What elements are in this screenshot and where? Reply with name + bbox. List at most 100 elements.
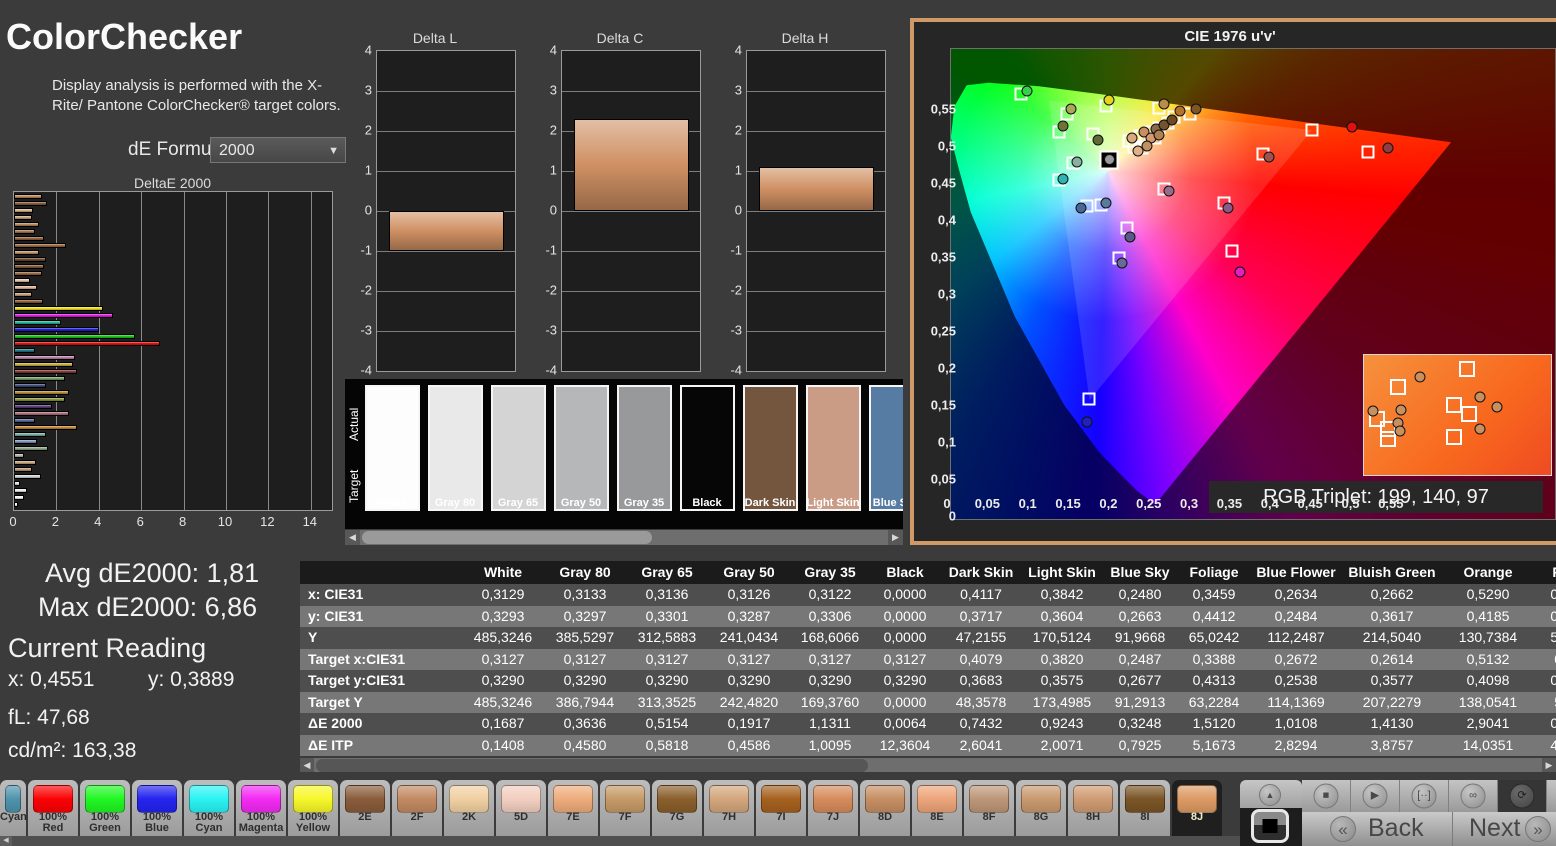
column-header <box>300 561 462 584</box>
deltae-bar <box>14 474 41 479</box>
cie-y-tick: 0,1 <box>937 434 956 450</box>
table-cell: 0,88 <box>1550 715 1556 731</box>
patch-color-chip <box>85 785 125 813</box>
patch-tile-100Magenta[interactable]: 100% Magenta <box>236 780 286 836</box>
patch-tile-100Yellow[interactable]: 100% Yellow <box>288 780 338 836</box>
pattern-up-cell: ▲ <box>1240 780 1302 808</box>
pattern-up-button[interactable]: ▲ <box>1259 784 1281 806</box>
continuous-button[interactable]: ∞ <box>1449 780 1498 812</box>
patch-tile-7F[interactable]: 7F <box>600 780 650 836</box>
column-header: Blue Flower <box>1256 564 1336 580</box>
pattern-window-cell <box>1240 808 1302 846</box>
table-row: x: CIE31 0,3129 0,3133 0,3136 0,3126 0,3122 0,… <box>300 584 1556 606</box>
patch-tile-7G[interactable]: 7G <box>652 780 702 836</box>
table-cell: 47,2155 <box>955 629 1007 645</box>
patch-tile-2F[interactable]: 2F <box>392 780 442 836</box>
patch-tile-7J[interactable]: 7J <box>808 780 858 836</box>
x-tick-label: 10 <box>217 514 233 529</box>
scroll-left-icon[interactable]: ◀ <box>0 836 12 846</box>
patch-tile-2E[interactable]: 2E <box>340 780 390 836</box>
table-cell: 56, <box>1534 692 1556 714</box>
table-cell: 242,4820 <box>719 693 779 710</box>
row-label: Y <box>308 629 318 645</box>
stop-button[interactable]: ■ <box>1302 780 1351 812</box>
patch-tile-7H[interactable]: 7H <box>704 780 754 836</box>
delta-chart-title: Delta C <box>596 30 644 46</box>
cie-y-tick: 0,45 <box>930 175 956 191</box>
cie-x-tick: 0,25 <box>1136 496 1162 511</box>
table-cell: 0,4117 <box>960 586 1002 602</box>
patch-tile-5D[interactable]: 5D <box>496 780 546 836</box>
patch-tile-8J[interactable]: 8J <box>1172 780 1222 836</box>
patch-tile-7I[interactable]: 7I <box>756 780 806 836</box>
patch-tile-100Green[interactable]: 100% Green <box>80 780 130 836</box>
y-tick-label: -1 <box>545 242 557 258</box>
y-tick-label: 2 <box>734 122 742 138</box>
patch-tile-8G[interactable]: 8G <box>1016 780 1066 836</box>
deltae-bar <box>14 306 104 311</box>
y-tick-label: -2 <box>360 282 372 298</box>
pattern-window-button[interactable] <box>1251 809 1289 843</box>
table-cell: 0,3290 <box>808 672 852 688</box>
extra-button[interactable] <box>1547 780 1556 812</box>
patch-tile-8I[interactable]: 8I <box>1120 780 1170 836</box>
swatch-gray-65 <box>491 385 546 511</box>
measured-dot-marker <box>1057 173 1069 185</box>
swatch-label: Blue Sky <box>872 497 903 509</box>
delta-chart-area <box>561 50 701 372</box>
patch-tile-label: 7G <box>669 811 685 823</box>
table-cell: 63,2284 <box>1188 693 1240 710</box>
table-cell: 0,2663 <box>1118 607 1162 624</box>
patch-tile-100Blue[interactable]: 100% Blue <box>132 780 182 836</box>
scroll-left-icon[interactable]: ◀ <box>300 758 314 772</box>
patch-tile-7E[interactable]: 7E <box>548 780 598 836</box>
target-square-marker <box>1082 392 1096 406</box>
patch-color-chip <box>33 785 73 813</box>
measured-dot-marker <box>1190 103 1202 115</box>
patch-tile-100Cyan[interactable]: 100% Cyan <box>184 780 234 836</box>
play-button[interactable]: ▶ <box>1351 780 1400 812</box>
patch-tile-100Red[interactable]: 100% Red <box>28 780 78 836</box>
loop-range-button[interactable]: [··] <box>1400 780 1449 812</box>
refresh-icon: ⟳ <box>1509 783 1535 809</box>
patch-tile-2K[interactable]: 2K <box>444 780 494 836</box>
refresh-button[interactable]: ⟳ <box>1498 780 1547 812</box>
cie-zoom-inset <box>1363 354 1552 476</box>
swatch-scrollbar[interactable]: ◀ ▶ <box>345 530 903 545</box>
y-tick-label: -1 <box>730 242 742 258</box>
row-label: Target y:CIE31 <box>308 672 405 688</box>
patch-tile-8D[interactable]: 8D <box>860 780 910 836</box>
colorchecker-table: White Gray 80 Gray 65 Gray 50 Gray 35 Black Da… <box>300 561 1556 757</box>
next-button[interactable]: Next » <box>1453 812 1556 846</box>
patch-tile-Cyan[interactable]: Cyan <box>0 780 27 836</box>
swatch-light-skin <box>806 385 861 511</box>
back-button[interactable]: « Back <box>1302 812 1453 846</box>
de-formula-dropdown[interactable]: 2000 ▼ <box>210 137 346 163</box>
table-cell: 2,8294 <box>1274 736 1318 753</box>
table-cell: 0,3604 <box>1040 607 1084 624</box>
table-cell: 0,4586 <box>727 736 771 753</box>
inset-dot-marker <box>1491 401 1503 413</box>
patch-tile-label: 100% Green <box>89 811 121 834</box>
scrollbar-thumb[interactable] <box>316 759 868 772</box>
row-label: ΔE 2000 <box>308 715 363 731</box>
patch-tile-8E[interactable]: 8E <box>912 780 962 836</box>
patch-tile-8F[interactable]: 8F <box>964 780 1014 836</box>
scroll-right-icon[interactable]: ▶ <box>888 530 903 545</box>
table-scrollbar[interactable]: ◀ ▶ <box>300 758 1556 772</box>
gridline <box>98 192 100 510</box>
tile-scrollbar[interactable]: ◀ <box>0 836 1240 846</box>
delta-chart-panel: Delta C 4 3 2 1 0 -1 -2 -3 -4 <box>537 30 703 380</box>
scroll-right-icon[interactable]: ▶ <box>1542 758 1556 772</box>
gridline <box>56 192 58 510</box>
table-cell: 48,3578 <box>955 693 1007 710</box>
cie-y-tick: 0,05 <box>930 471 956 487</box>
inset-dot-marker <box>1367 405 1379 417</box>
patch-tile-8H[interactable]: 8H <box>1068 780 1118 836</box>
table-cell: 0,3293 <box>481 607 525 624</box>
table-cell: 0,3127 <box>481 650 525 667</box>
scrollbar-thumb[interactable] <box>362 531 652 544</box>
current-dot <box>1103 154 1115 166</box>
table-cell: 169,3760 <box>800 693 860 710</box>
scroll-left-icon[interactable]: ◀ <box>345 530 360 545</box>
